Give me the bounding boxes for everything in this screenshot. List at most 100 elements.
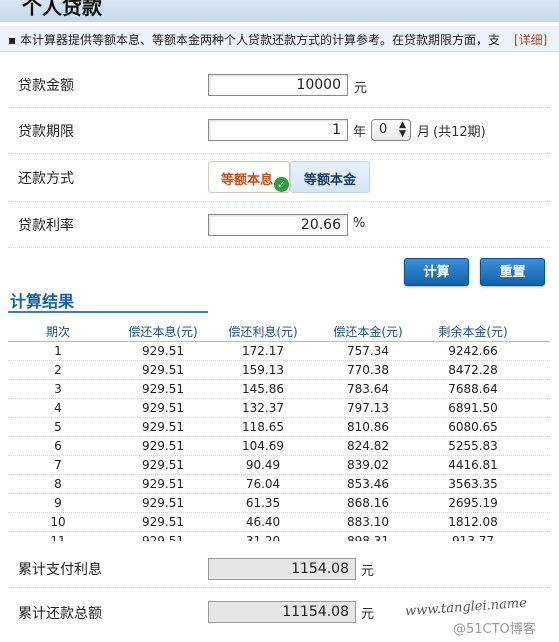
method-label: 还款方式 — [18, 171, 74, 187]
cell-principal: 797.13 — [347, 401, 389, 415]
select-arrows-icon: ▲ ▼ — [399, 120, 406, 139]
table-row: 9 929.51 61.35 868.16 2695.19 — [8, 494, 550, 513]
amount-input[interactable]: 10000 — [208, 74, 348, 96]
table-row: 7 929.51 90.49 839.02 4416.81 — [8, 456, 550, 475]
method-row: 还款方式 等额本息 ✓ 等额本金 — [8, 154, 550, 202]
cell-remaining: 5255.83 — [448, 439, 498, 453]
sum-interest-row: 累计支付利息 1154.08 元 — [8, 548, 550, 588]
cell-payment: 929.51 — [142, 401, 184, 415]
cell-period: 9 — [54, 496, 62, 510]
cell-payment: 929.51 — [142, 477, 184, 491]
cell-principal: 839.02 — [347, 458, 389, 472]
header-principal: 偿还本金(元) — [333, 325, 403, 339]
table-row: 1 929.51 172.17 757.34 9242.66 — [8, 342, 550, 361]
cell-period: 3 — [54, 382, 62, 396]
table-row: 8 929.51 76.04 853.46 3563.35 — [8, 475, 550, 494]
term-months-unit: 月 — [417, 125, 431, 140]
check-icon: ✓ — [274, 177, 289, 192]
cell-remaining: 2695.19 — [448, 496, 498, 510]
table-row: 2 929.51 159.13 770.38 8472.28 — [8, 361, 550, 380]
rate-row: 贷款利率 20.66 % — [8, 202, 550, 248]
cell-payment: 929.51 — [142, 458, 184, 472]
term-years-unit: 年 — [353, 125, 367, 140]
header-period: 期次 — [45, 325, 70, 339]
term-total: (共12期) — [433, 125, 486, 140]
cell-remaining: 1812.08 — [448, 515, 498, 529]
amount-row: 贷款金额 10000 元 — [8, 62, 550, 108]
cell-payment: 929.51 — [142, 439, 184, 453]
term-months-select[interactable]: 0 ▲ ▼ — [371, 119, 411, 141]
table-row: 11 929.51 31.20 898.31 913.77 — [8, 532, 550, 541]
cell-interest: 118.65 — [242, 420, 284, 434]
cell-principal: 824.82 — [347, 439, 389, 453]
cell-period: 8 — [54, 477, 62, 491]
cell-payment: 929.51 — [142, 420, 184, 434]
cell-interest: 61.35 — [245, 496, 281, 510]
cell-period: 5 — [54, 420, 62, 434]
watermark-source: @51CTO博客 — [453, 622, 536, 637]
cell-remaining: 6080.65 — [448, 420, 498, 434]
rate-input[interactable]: 20.66 — [208, 214, 348, 236]
term-years-input[interactable]: 1 — [208, 119, 348, 141]
cell-interest: 104.69 — [242, 439, 284, 453]
term-label: 贷款期限 — [18, 124, 74, 140]
cell-remaining: 4416.81 — [448, 458, 498, 472]
cell-period: 1 — [54, 344, 62, 358]
results-table[interactable]: 期次 偿还本息(元) 偿还利息(元) 偿还本金(元) 剩余本金(元) 1 929.… — [8, 320, 550, 541]
notice-bar: ▪ 本计算器提供等额本息、等额本金两种个人贷款还款方式的计算参考。在贷款期限方面… — [0, 26, 559, 52]
rate-label: 贷款利率 — [18, 218, 74, 234]
cell-remaining: 913.77 — [452, 534, 494, 541]
page-title: 个人贷款 — [22, 0, 102, 19]
sum-total-value: 11154.08 — [208, 601, 356, 623]
results-title: 计算结果 — [10, 292, 75, 311]
calculate-button[interactable]: 计算 — [404, 258, 469, 286]
cell-period: 6 — [54, 439, 62, 453]
table-row: 6 929.51 104.69 824.82 5255.83 — [8, 437, 550, 456]
method-option1-label: 等额本息 — [221, 173, 274, 188]
cell-period: 10 — [50, 515, 66, 529]
header-payment: 偿还本息(元) — [128, 325, 198, 339]
cell-remaining: 3563.35 — [448, 477, 498, 491]
cell-payment: 929.51 — [142, 496, 184, 510]
header-interest: 偿还利息(元) — [228, 325, 298, 339]
header-remaining: 剩余本金(元) — [438, 325, 508, 339]
cell-principal: 853.46 — [347, 477, 389, 491]
cell-period: 2 — [54, 363, 62, 377]
cell-interest: 159.13 — [242, 363, 284, 377]
title-bar: 个人贷款 — [0, 0, 559, 22]
cell-payment: 929.51 — [142, 382, 184, 396]
reset-button[interactable]: 重置 — [480, 258, 545, 286]
sum-total-unit: 元 — [361, 607, 375, 622]
cell-remaining: 8472.28 — [448, 363, 498, 377]
cell-period: 4 — [54, 401, 62, 415]
table-row: 10 929.51 46.40 883.10 1812.08 — [8, 513, 550, 532]
cell-principal: 898.31 — [347, 534, 389, 541]
table-header: 期次 偿还本息(元) 偿还利息(元) 偿还本金(元) 剩余本金(元) — [8, 320, 550, 342]
sum-interest-unit: 元 — [361, 564, 375, 579]
table-row: 5 929.51 118.65 810.86 6080.65 — [8, 418, 550, 437]
cell-remaining: 7688.64 — [448, 382, 498, 396]
cell-interest: 172.17 — [242, 344, 284, 358]
amount-label: 贷款金额 — [18, 78, 74, 94]
cell-payment: 929.51 — [142, 515, 184, 529]
results-underline — [8, 311, 208, 313]
cell-period: 11 — [50, 534, 66, 541]
cell-interest: 145.86 — [242, 382, 284, 396]
cell-payment: 929.51 — [142, 344, 184, 358]
cell-remaining: 6891.50 — [448, 401, 498, 415]
term-months-value: 0 — [379, 122, 388, 137]
cell-interest: 132.37 — [242, 401, 284, 415]
cell-principal: 868.16 — [347, 496, 389, 510]
method-option-equal-payment[interactable]: 等额本息 ✓ — [208, 161, 290, 193]
cell-interest: 76.04 — [245, 477, 281, 491]
term-row: 贷款期限 1 年 0 ▲ ▼ 月 (共12期) — [8, 108, 550, 154]
cell-interest: 46.40 — [245, 515, 281, 529]
sum-total-label: 累计还款总额 — [18, 606, 102, 622]
cell-payment: 929.51 — [142, 534, 184, 541]
details-link[interactable]: [详细] — [514, 31, 547, 48]
cell-principal: 770.38 — [347, 363, 389, 377]
method-option-equal-principal[interactable]: 等额本金 — [290, 161, 370, 193]
table-row: 4 929.51 132.37 797.13 6891.50 — [8, 399, 550, 418]
rate-unit: % — [353, 216, 366, 231]
cell-principal: 783.64 — [347, 382, 389, 396]
